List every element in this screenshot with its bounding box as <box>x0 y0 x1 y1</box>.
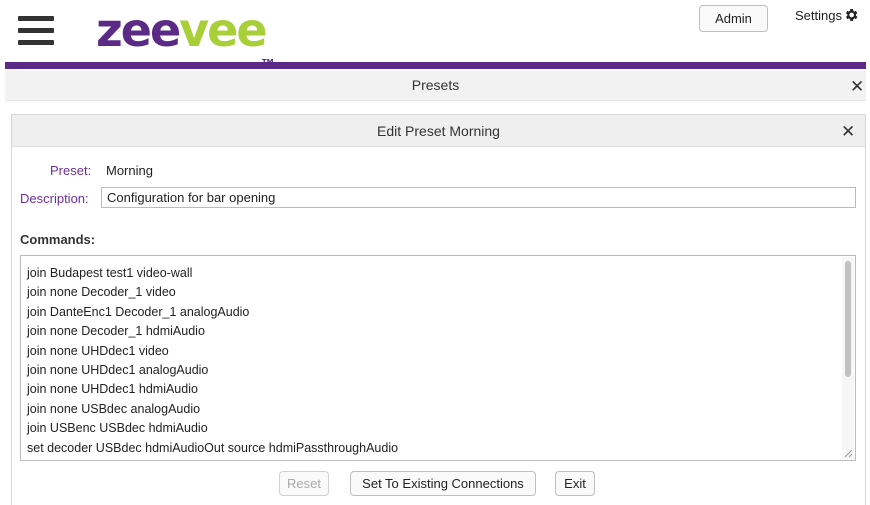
command-line: join none UHDdec1 hdmiAudio <box>27 382 198 397</box>
exit-button[interactable]: Exit <box>555 471 595 496</box>
reset-button[interactable]: Reset <box>279 471 329 496</box>
command-line: join Budapest test1 video-wall <box>27 266 193 280</box>
top-header: zeevee TM Admin Settings <box>0 0 870 66</box>
menu-bar-line <box>18 16 54 21</box>
presets-close-icon[interactable]: ✕ <box>850 78 864 95</box>
presets-header: Presets ✕ <box>5 70 866 101</box>
resize-grip-icon[interactable] <box>844 449 853 458</box>
logo-text-vee: vee <box>179 3 267 57</box>
commands-scrollbar[interactable] <box>842 257 854 459</box>
edit-close-icon[interactable]: ✕ <box>841 123 855 140</box>
scrollbar-thumb[interactable] <box>845 261 851 377</box>
menu-bar-line <box>18 40 54 45</box>
command-line: join none UHDdec1 video <box>27 343 169 358</box>
edit-preset-panel: Edit Preset Morning ✕ Preset: Morning De… <box>11 114 866 505</box>
menu-bar-line <box>18 28 54 33</box>
commands-list: join Budapest test1 video-wall join none… <box>27 264 398 458</box>
logo-text-zee: zee <box>96 3 181 57</box>
hamburger-menu-icon[interactable] <box>18 16 54 46</box>
description-label: Description: <box>20 191 89 206</box>
command-line: join none UHDdec1 analogAudio <box>27 363 209 378</box>
edit-preset-title: Edit Preset Morning <box>377 123 500 139</box>
command-line: join none Decoder_1 hdmiAudio <box>27 324 205 339</box>
command-line: join none USBdec analogAudio <box>27 401 201 416</box>
settings-label: Settings <box>795 7 842 23</box>
command-line: join USBenc USBdec hdmiAudio <box>27 421 208 436</box>
admin-button[interactable]: Admin <box>699 5 768 32</box>
zeevee-logo: zeevee TM <box>96 3 274 66</box>
commands-textarea[interactable]: join Budapest test1 video-wall join none… <box>20 255 856 461</box>
preset-label: Preset: <box>50 163 92 178</box>
settings-link[interactable]: Settings <box>795 7 859 23</box>
brand-divider-bar <box>5 62 866 69</box>
edit-preset-header: Edit Preset Morning ✕ <box>12 115 865 147</box>
presets-title: Presets <box>411 77 460 93</box>
command-line: set decoder USBdec hdmiAudioOut source h… <box>27 440 399 455</box>
commands-label: Commands: <box>20 232 96 247</box>
command-line: join none Decoder_1 video <box>27 285 176 300</box>
command-line: join DanteEnc1 Decoder_1 analogAudio <box>27 304 250 319</box>
preset-name-value: Morning <box>106 163 153 178</box>
gear-icon <box>845 9 858 21</box>
description-field[interactable]: Configuration for bar opening <box>101 187 856 208</box>
set-existing-connections-button[interactable]: Set To Existing Connections <box>350 471 536 496</box>
